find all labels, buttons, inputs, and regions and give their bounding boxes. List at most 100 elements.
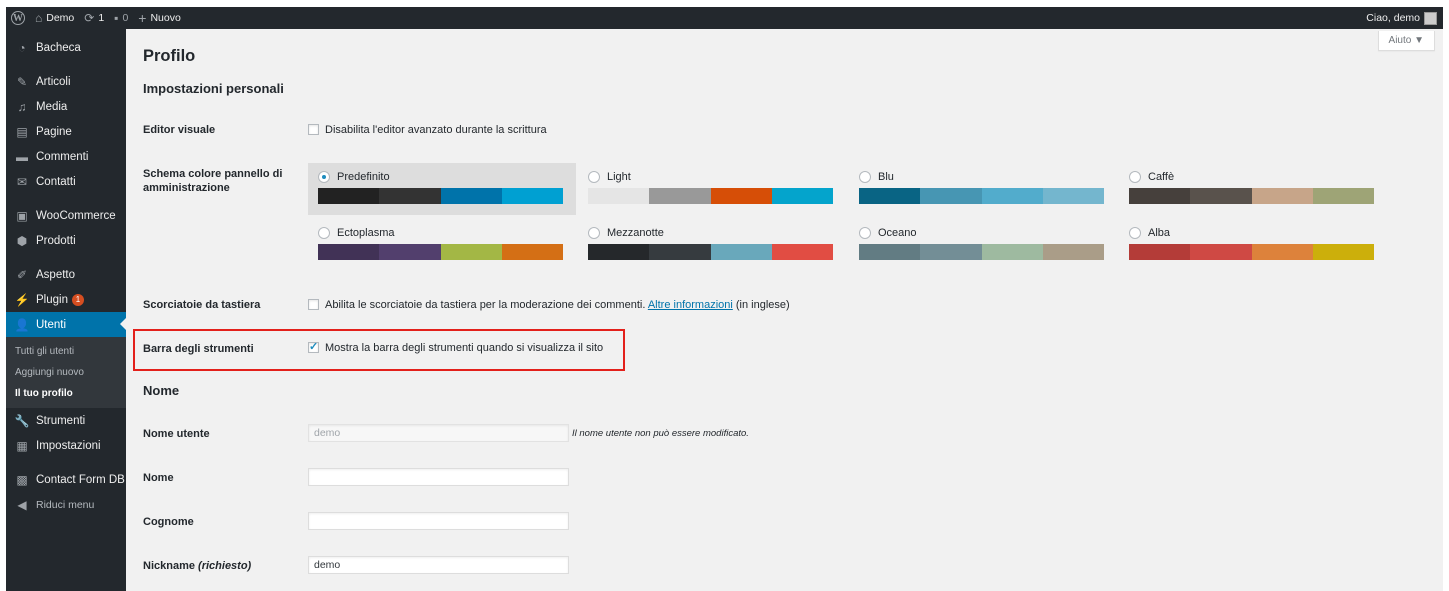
scheme-radio[interactable]: [859, 227, 871, 239]
sidebar-item-bacheca[interactable]: ◔ Bacheca: [6, 35, 126, 60]
section-title-personal: Impostazioni personali: [143, 81, 284, 96]
plug-icon: ⚡: [14, 292, 30, 307]
color-scheme-ectoplasma[interactable]: Ectoplasma: [308, 219, 576, 271]
sidebar-item-label: Commenti: [36, 150, 89, 163]
keyboard-shortcuts-label: Scorciatoie da tastiera: [143, 299, 261, 311]
updates-count: 1: [98, 12, 105, 24]
sidebar-item-articoli[interactable]: ✎ Articoli: [6, 69, 126, 94]
keyboard-shortcuts-checkbox[interactable]: [308, 299, 319, 310]
scheme-swatch: [1251, 188, 1313, 204]
collapse-menu-button[interactable]: ◀ Riduci menu: [6, 492, 126, 517]
scheme-swatch: [588, 188, 650, 204]
sidebar-item-label: Utenti: [36, 318, 67, 331]
color-scheme-predefinito[interactable]: Predefinito: [308, 163, 576, 215]
color-scheme-oceano[interactable]: Oceano: [849, 219, 1117, 271]
sidebar-item-contact-form-db[interactable]: ▩ Contact Form DB: [6, 467, 126, 492]
scheme-radio[interactable]: [588, 171, 600, 183]
color-scheme-mezzanotte[interactable]: Mezzanotte: [578, 219, 846, 271]
disable-visual-editor-checkbox[interactable]: [308, 124, 319, 135]
sidebar-item-woocommerce[interactable]: ▣ WooCommerce: [6, 203, 126, 228]
scheme-swatch: [379, 244, 441, 260]
nickname-required-note: (richiesto): [198, 560, 252, 572]
sidebar-item-utenti[interactable]: 👤 Utenti: [6, 312, 126, 337]
sidebar-item-commenti[interactable]: ▬ Commenti: [6, 144, 126, 169]
scheme-swatch: [318, 188, 380, 204]
username-description: Il nome utente non può essere modificato…: [572, 428, 749, 439]
home-icon: ⌂: [35, 11, 43, 25]
scheme-radio[interactable]: [588, 227, 600, 239]
submenu-your-profile[interactable]: Il tuo profilo: [6, 383, 126, 404]
toolbar-label: Barra degli strumenti: [143, 343, 254, 355]
scheme-swatches: [1129, 244, 1374, 260]
last-name-field[interactable]: [308, 512, 569, 530]
pin-icon: ✎: [16, 74, 28, 89]
scheme-swatch: [1190, 188, 1252, 204]
sidebar-item-media[interactable]: ♫ Media: [6, 94, 126, 119]
users-submenu: Tutti gli utenti Aggiungi nuovo Il tuo p…: [6, 337, 126, 408]
scheme-swatches: [859, 244, 1104, 260]
scheme-swatch: [440, 244, 502, 260]
my-account-menu[interactable]: Ciao, demo: [1361, 7, 1443, 29]
sidebar-item-impostazioni[interactable]: ▦ Impostazioni: [6, 433, 126, 458]
sidebar-item-label: Articoli: [36, 75, 71, 88]
scheme-name: Predefinito: [337, 171, 390, 183]
scheme-name: Ectoplasma: [337, 227, 395, 239]
sidebar-item-strumenti[interactable]: 🔧 Strumenti: [6, 408, 126, 433]
sidebar-item-aspetto[interactable]: ✐ Aspetto: [6, 262, 126, 287]
main-content: Aiuto ▼ Profilo Impostazioni personali E…: [126, 29, 1443, 591]
scheme-radio[interactable]: [1129, 171, 1141, 183]
scheme-radio[interactable]: [318, 171, 330, 183]
sidebar-item-contatti[interactable]: ✉ Contatti: [6, 169, 126, 194]
submenu-add-new[interactable]: Aggiungi nuovo: [6, 362, 126, 383]
nickname-label-text: Nickname: [143, 560, 195, 572]
sidebar-item-label: Strumenti: [36, 414, 86, 427]
comments-link[interactable]: ▪ 0: [109, 7, 133, 29]
sidebar-item-plugin[interactable]: ⚡ Plugin 1: [6, 287, 126, 312]
submenu-all-users[interactable]: Tutti gli utenti: [6, 341, 126, 362]
sidebar-item-label: Prodotti: [36, 234, 76, 247]
help-button[interactable]: Aiuto ▼: [1377, 31, 1435, 51]
updates-link[interactable]: ⟳ 1: [79, 7, 109, 29]
sidebar-item-label: WooCommerce: [36, 209, 116, 222]
scheme-swatches: [318, 188, 563, 204]
sidebar-item-pagine[interactable]: ▤ Pagine: [6, 119, 126, 144]
username-field: [308, 424, 569, 442]
scheme-swatch: [1042, 188, 1104, 204]
keyboard-shortcuts-description: Abilita le scorciatoie da tastiera per l…: [325, 299, 646, 311]
color-scheme-caffe[interactable]: Caffè: [1119, 163, 1387, 215]
collapse-icon: ◀: [17, 497, 27, 512]
new-content-link[interactable]: + Nuovo: [133, 7, 186, 29]
updates-icon: ⟳: [84, 11, 95, 25]
scheme-radio[interactable]: [1129, 227, 1141, 239]
scheme-swatch: [440, 188, 502, 204]
box-icon: ⬢: [16, 233, 28, 248]
wp-logo-menu[interactable]: W: [6, 7, 30, 29]
plus-icon: +: [138, 10, 147, 26]
scheme-name: Mezzanotte: [607, 227, 664, 239]
scheme-swatch: [771, 244, 833, 260]
greeting: Ciao, demo: [1366, 12, 1420, 24]
nickname-label: Nickname (richiesto): [143, 559, 251, 573]
nickname-field[interactable]: [308, 556, 569, 574]
wordpress-logo-icon: W: [11, 11, 25, 25]
sidebar-item-label: Aspetto: [36, 268, 75, 281]
show-toolbar-checkbox[interactable]: [308, 340, 319, 353]
scheme-radio[interactable]: [859, 171, 871, 183]
settings-icon: ▦: [16, 438, 28, 453]
scheme-swatch: [771, 188, 833, 204]
scheme-swatches: [588, 188, 833, 204]
color-scheme-alba[interactable]: Alba: [1119, 219, 1387, 271]
scheme-radio[interactable]: [318, 227, 330, 239]
scheme-swatch: [981, 244, 1043, 260]
color-scheme-blu[interactable]: Blu: [849, 163, 1117, 215]
color-scheme-light[interactable]: Light: [578, 163, 846, 215]
more-info-link[interactable]: Altre informazioni: [648, 299, 733, 311]
sidebar-item-label: Plugin: [36, 293, 68, 306]
admin-sidebar: ◔ Bacheca ✎ Articoli ♫ Media ▤ Pagine ▬ …: [6, 29, 126, 591]
sidebar-item-prodotti[interactable]: ⬢ Prodotti: [6, 228, 126, 253]
comments-count: 0: [122, 12, 129, 24]
scheme-swatch: [1312, 244, 1374, 260]
first-name-field[interactable]: [308, 468, 569, 486]
scheme-name: Light: [607, 171, 631, 183]
site-name-link[interactable]: ⌂ Demo: [30, 7, 79, 29]
